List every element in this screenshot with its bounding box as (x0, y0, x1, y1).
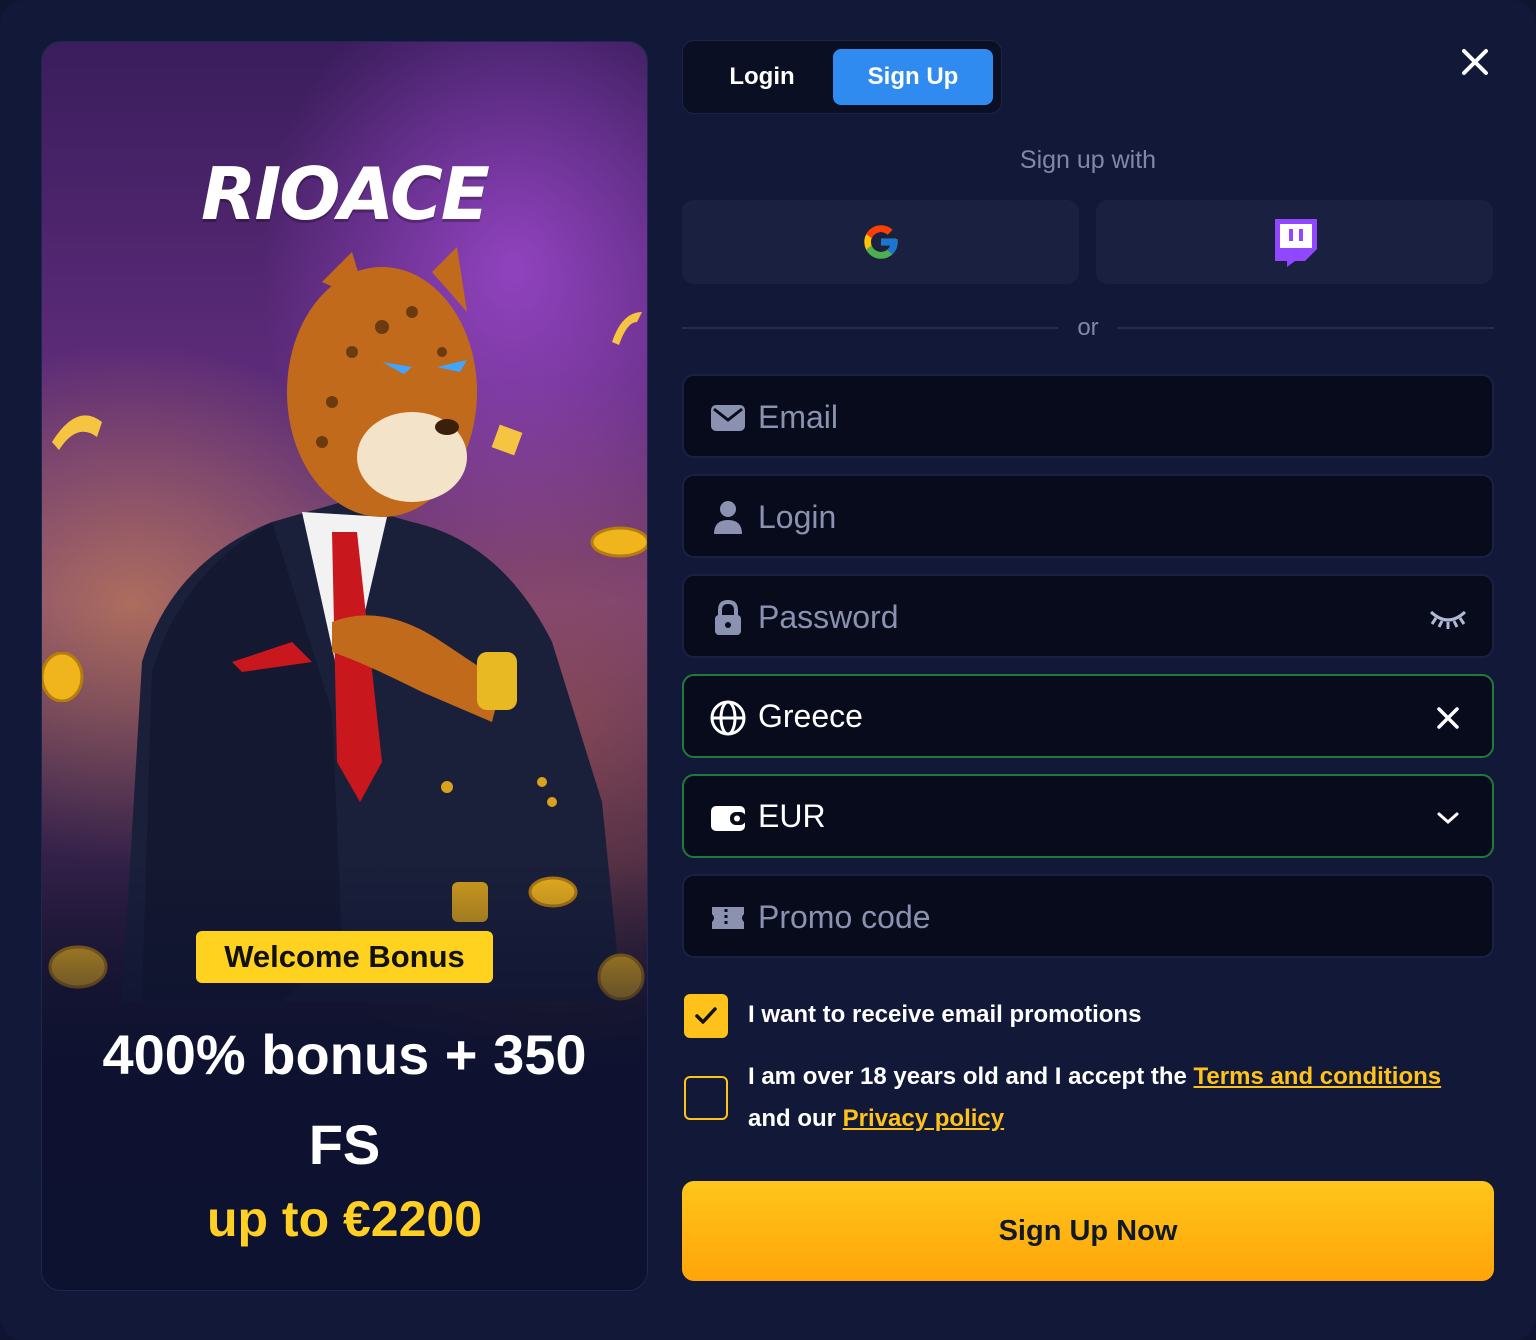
currency-value: EUR (758, 798, 826, 834)
clear-country-button[interactable] (1426, 696, 1470, 740)
terms-link[interactable]: Terms and conditions (1194, 1063, 1442, 1090)
signup-with-heading: Sign up with (1019, 146, 1157, 174)
divider-or: or (1077, 314, 1099, 341)
divider-left (682, 327, 1058, 329)
google-icon (863, 225, 898, 259)
wallet-icon (710, 800, 746, 836)
twitch-icon (1274, 219, 1317, 267)
toggle-password-visibility[interactable] (1426, 596, 1470, 640)
tab-login[interactable]: Login (691, 49, 833, 105)
coin-decoration (590, 526, 647, 558)
twitch-signup-button[interactable] (1096, 200, 1493, 284)
age-terms-checkbox[interactable] (684, 1076, 728, 1120)
email-promotions-checkbox[interactable] (684, 994, 728, 1038)
login-field (682, 474, 1494, 558)
ticket-icon (710, 900, 746, 936)
sign-up-now-button[interactable]: Sign Up Now (682, 1181, 1494, 1281)
currency-dropdown-toggle[interactable] (1426, 796, 1470, 840)
confetti-decoration (612, 312, 642, 345)
close-button[interactable] (1453, 40, 1497, 84)
envelope-icon (710, 400, 746, 436)
privacy-policy-link[interactable]: Privacy policy (843, 1105, 1004, 1132)
confetti-decoration (52, 415, 102, 450)
auth-tabs: Login Sign Up (682, 40, 1002, 114)
close-icon (1437, 707, 1459, 729)
login-input[interactable] (758, 490, 1398, 544)
close-icon (1462, 49, 1488, 75)
promo-code-input[interactable] (758, 890, 1398, 944)
google-signup-button[interactable] (682, 200, 1079, 284)
age-terms-text-2: and our (748, 1105, 836, 1132)
password-input[interactable] (758, 590, 1398, 644)
chevron-down-icon (1437, 812, 1459, 825)
eye-closed-icon (1429, 610, 1467, 629)
lock-icon (710, 600, 746, 636)
bonus-title: 400% bonus + 350 FS (102, 1023, 587, 1176)
coin-decoration (42, 652, 84, 702)
age-terms-label: I am over 18 years old and I accept the … (748, 1056, 1441, 1140)
password-field (682, 574, 1494, 658)
tab-signup[interactable]: Sign Up (833, 49, 993, 105)
country-field[interactable]: Greece (682, 674, 1494, 758)
promo-panel: RIOACE Welcome Bonus 400% bonus + 350 FS… (41, 41, 648, 1291)
bonus-amount: up to €2200 (206, 1191, 483, 1247)
age-terms-text: I am over 18 years old and I accept the (748, 1063, 1187, 1090)
welcome-bonus-badge: Welcome Bonus (196, 931, 493, 983)
checkmark-icon (695, 1007, 717, 1024)
confetti-decoration (491, 424, 523, 456)
country-value: Greece (758, 698, 863, 734)
promo-code-field (682, 874, 1494, 958)
globe-icon (710, 700, 746, 736)
divider-right (1117, 327, 1494, 329)
user-icon (710, 500, 746, 536)
email-field (682, 374, 1494, 458)
signup-modal: RIOACE Welcome Bonus 400% bonus + 350 FS… (0, 0, 1536, 1340)
email-promotions-label: I want to receive email promotions (748, 1001, 1142, 1028)
brand-logo: RIOACE (201, 152, 490, 236)
currency-select[interactable]: EUR (682, 774, 1494, 858)
email-input[interactable] (758, 390, 1398, 444)
